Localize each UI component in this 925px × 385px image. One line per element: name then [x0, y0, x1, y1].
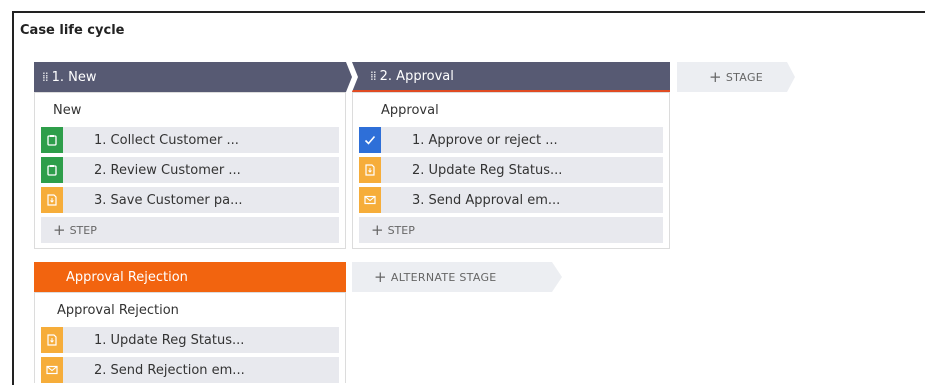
- add-step-button[interactable]: + STEP: [41, 217, 339, 243]
- step-label: 1. Update Reg Status...: [94, 332, 245, 348]
- process-label: New: [53, 103, 82, 118]
- step-label: 1. Collect Customer ...: [94, 132, 239, 148]
- stage-panel-new: New 1. Collect Customer ... 2. Review Cu…: [34, 92, 346, 249]
- drag-handle-icon[interactable]: ⁞⁞: [42, 70, 49, 84]
- step-label: 2. Send Rejection em...: [94, 362, 245, 378]
- stage-panel-approval: Approval 1. Approve or reject ... 2. Upd…: [352, 92, 670, 249]
- plus-icon: +: [53, 221, 66, 239]
- step-update-reg-status[interactable]: 2. Update Reg Status...: [359, 157, 663, 183]
- add-alternate-stage-button[interactable]: + ALTERNATE STAGE: [352, 262, 562, 292]
- step-update-reg-status[interactable]: 1. Update Reg Status...: [41, 327, 339, 353]
- checkmark-icon: [359, 127, 381, 153]
- save-icon: [41, 187, 63, 213]
- step-review-customer[interactable]: 2. Review Customer ...: [41, 157, 339, 183]
- add-stage-label: STAGE: [725, 70, 764, 84]
- step-send-approval-email[interactable]: 3. Send Approval em...: [359, 187, 663, 213]
- stage-header-new[interactable]: ⁞⁞ 1. New: [34, 62, 352, 92]
- step-send-rejection-email[interactable]: 2. Send Rejection em...: [41, 357, 339, 383]
- save-icon: [41, 327, 63, 353]
- add-step-label: STEP: [387, 223, 415, 237]
- process-label: Approval Rejection: [57, 303, 179, 318]
- process-label: Approval: [381, 103, 439, 118]
- stage-header-label: 2. Approval: [379, 68, 454, 84]
- add-stage-button[interactable]: + STAGE: [677, 62, 795, 92]
- step-label: 1. Approve or reject ...: [412, 132, 558, 148]
- plus-icon: +: [708, 68, 722, 86]
- email-icon: [41, 357, 63, 383]
- step-save-customer[interactable]: 3. Save Customer pa...: [41, 187, 339, 213]
- step-label: 2. Review Customer ...: [94, 162, 241, 178]
- stage-header-label: Approval Rejection: [66, 269, 188, 285]
- clipboard-icon: [41, 157, 63, 183]
- step-label: 3. Send Approval em...: [412, 192, 561, 208]
- step-label: 2. Update Reg Status...: [412, 162, 563, 178]
- stage-header-approval[interactable]: ⁞⁞ 2. Approval: [352, 62, 670, 92]
- alternate-stage-header-approval-rejection[interactable]: Approval Rejection: [34, 262, 346, 292]
- plus-icon: +: [374, 268, 387, 286]
- email-icon: [359, 187, 381, 213]
- drag-handle-icon[interactable]: ⁞⁞: [370, 69, 377, 83]
- page-title: Case life cycle: [20, 23, 125, 38]
- clipboard-icon: [41, 127, 63, 153]
- step-label: 3. Save Customer pa...: [94, 192, 243, 208]
- step-approve-or-reject[interactable]: 1. Approve or reject ...: [359, 127, 663, 153]
- alternate-stage-panel-approval-rejection: Approval Rejection 1. Update Reg Status.…: [34, 292, 346, 383]
- stage-header-label: 1. New: [51, 69, 97, 85]
- add-alternate-stage-label: ALTERNATE STAGE: [390, 270, 497, 284]
- plus-icon: +: [371, 221, 384, 239]
- add-step-label: STEP: [69, 223, 97, 237]
- save-icon: [359, 157, 381, 183]
- add-step-button[interactable]: + STEP: [359, 217, 663, 243]
- step-collect-customer[interactable]: 1. Collect Customer ...: [41, 127, 339, 153]
